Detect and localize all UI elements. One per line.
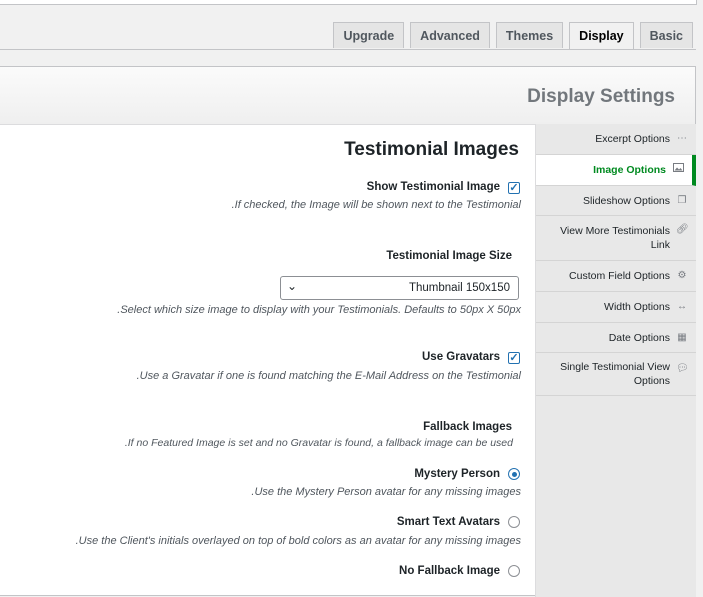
sidebar-item-custom-field-options[interactable]: Custom Field Options ⚙ xyxy=(536,261,696,292)
show-image-label: Show Testimonial Image xyxy=(366,181,500,193)
gears-icon: ⚙ xyxy=(677,270,687,281)
sidebar-item-label: Image Options xyxy=(593,164,666,176)
ellipsis-icon: ⋯ xyxy=(677,133,687,144)
smart-text-avatars-radio[interactable] xyxy=(508,516,520,528)
options-sidebar: Excerpt Options ⋯ Image Options Slidesho… xyxy=(535,124,696,597)
image-size-description: .Select which size image to display with… xyxy=(117,304,521,316)
tab-display[interactable]: Display xyxy=(569,22,634,50)
gravatars-checkbox[interactable]: ✓ xyxy=(508,352,520,364)
tab-upgrade[interactable]: Upgrade xyxy=(333,22,405,48)
gravatars-description: .Use a Gravatar if one is found matching… xyxy=(136,370,521,382)
sidebar-item-date-options[interactable]: Date Options ▦ xyxy=(536,323,696,353)
panel-title: Display Settings xyxy=(527,86,675,107)
tabs-divider xyxy=(0,49,696,50)
gravatars-label: Use Gravatars xyxy=(422,351,500,363)
mystery-person-description: .Use the Mystery Person avatar for any m… xyxy=(251,486,521,498)
sidebar-item-single-view-options[interactable]: Single Testimonial View Options 💬︎ xyxy=(536,353,696,396)
sidebar-item-label: Date Options xyxy=(608,331,670,344)
no-fallback-label: No Fallback Image xyxy=(399,565,500,577)
chevron-down-icon: ⌄ xyxy=(287,279,298,293)
sidebar-item-label: Excerpt Options xyxy=(595,133,670,145)
slides-icon: ❐ xyxy=(677,194,687,206)
smart-text-avatars-description: .Use the Client's initials overlayed on … xyxy=(75,535,521,547)
tab-basic[interactable]: Basic xyxy=(639,22,693,48)
sidebar-item-label: View More Testimonials Link xyxy=(560,225,670,251)
sidebar-item-width-options[interactable]: Width Options ↔ xyxy=(536,292,696,323)
sidebar-item-label: Width Options xyxy=(604,301,670,313)
image-size-label: Testimonial Image Size xyxy=(386,250,512,262)
image-size-value: Thumbnail 150x150 xyxy=(408,282,510,294)
link-icon: 🔗︎ xyxy=(676,224,689,235)
comment-icon: 💬︎ xyxy=(676,363,689,374)
sidebar-item-slideshow-options[interactable]: Slideshow Options ❐ xyxy=(536,186,696,216)
fallback-description: .If no Featured Image is set and no Grav… xyxy=(124,437,513,449)
sidebar-item-label: Custom Field Options xyxy=(569,270,670,282)
panel-header: Display Settings xyxy=(0,67,695,125)
show-image-description: .If checked, the Image will be shown nex… xyxy=(231,199,521,211)
resize-icon: ↔ xyxy=(677,301,687,312)
fallback-label: Fallback Images xyxy=(423,421,512,433)
sidebar-item-label: Slideshow Options xyxy=(583,194,670,207)
tab-advanced[interactable]: Advanced xyxy=(410,22,490,48)
no-fallback-radio[interactable] xyxy=(508,565,520,577)
top-strip xyxy=(0,0,697,5)
sidebar-item-image-options[interactable]: Image Options xyxy=(536,155,696,186)
tab-themes[interactable]: Themes xyxy=(495,22,564,48)
mystery-person-label: Mystery Person xyxy=(414,468,500,480)
smart-text-avatars-label: Smart Text Avatars xyxy=(396,516,500,528)
sidebar-item-excerpt-options[interactable]: Excerpt Options ⋯ xyxy=(536,124,696,155)
sidebar-item-view-more-link[interactable]: View More Testimonials Link 🔗︎ xyxy=(536,216,696,261)
show-image-checkbox[interactable]: ✓ xyxy=(508,182,520,194)
image-icon xyxy=(672,163,684,177)
section-title: Testimonial Images xyxy=(344,139,519,160)
settings-panel: Display Settings Excerpt Options ⋯ Image… xyxy=(0,66,696,597)
mystery-person-radio[interactable] xyxy=(508,468,520,480)
tab-bar: Basic Display Themes Advanced Upgrade xyxy=(333,22,693,50)
calendar-icon: ▦ xyxy=(677,331,687,343)
image-size-select[interactable]: Thumbnail 150x150 ⌄ xyxy=(280,276,519,300)
sidebar-item-label: Single Testimonial View Options xyxy=(560,361,670,387)
